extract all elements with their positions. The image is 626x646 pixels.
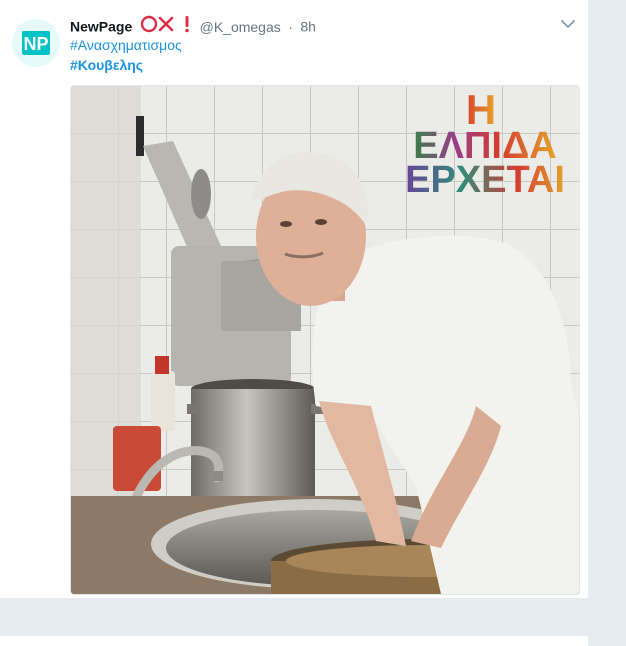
- avatar[interactable]: NP: [12, 19, 60, 67]
- tweet-header: NewPage @K_omegas · 8h: [70, 15, 316, 35]
- display-name[interactable]: NewPage: [70, 19, 132, 35]
- hashtag-kouvelis[interactable]: #Κουβελης: [70, 57, 143, 73]
- tweet-card[interactable]: NP NewPage @K_omegas · 8h #Ανασχηματισμο…: [0, 0, 588, 598]
- newpage-logo-icon: NP: [12, 19, 60, 67]
- cross-mark-icon: [140, 15, 175, 38]
- overlay-line-3: ΕΡΧΕΤΑΙ: [405, 159, 565, 201]
- exclamation-mark-icon: [183, 15, 191, 38]
- next-tweet-card[interactable]: [0, 636, 588, 646]
- kitchen-photo: Η ΕΛΠΙΔΑ ΕΡΧΕΤΑΙ: [71, 86, 579, 594]
- chevron-down-icon[interactable]: [559, 16, 577, 32]
- tweet-photo[interactable]: Η ΕΛΠΙΔΑ ΕΡΧΕΤΑΙ: [70, 85, 580, 595]
- separator-dot: ·: [288, 18, 293, 35]
- timestamp[interactable]: 8h: [300, 19, 316, 35]
- hashtag-anasxhmatismos[interactable]: #Ανασχηματισμος: [70, 37, 182, 53]
- username-handle[interactable]: @K_omegas: [200, 19, 281, 35]
- avatar-text: NP: [23, 34, 48, 54]
